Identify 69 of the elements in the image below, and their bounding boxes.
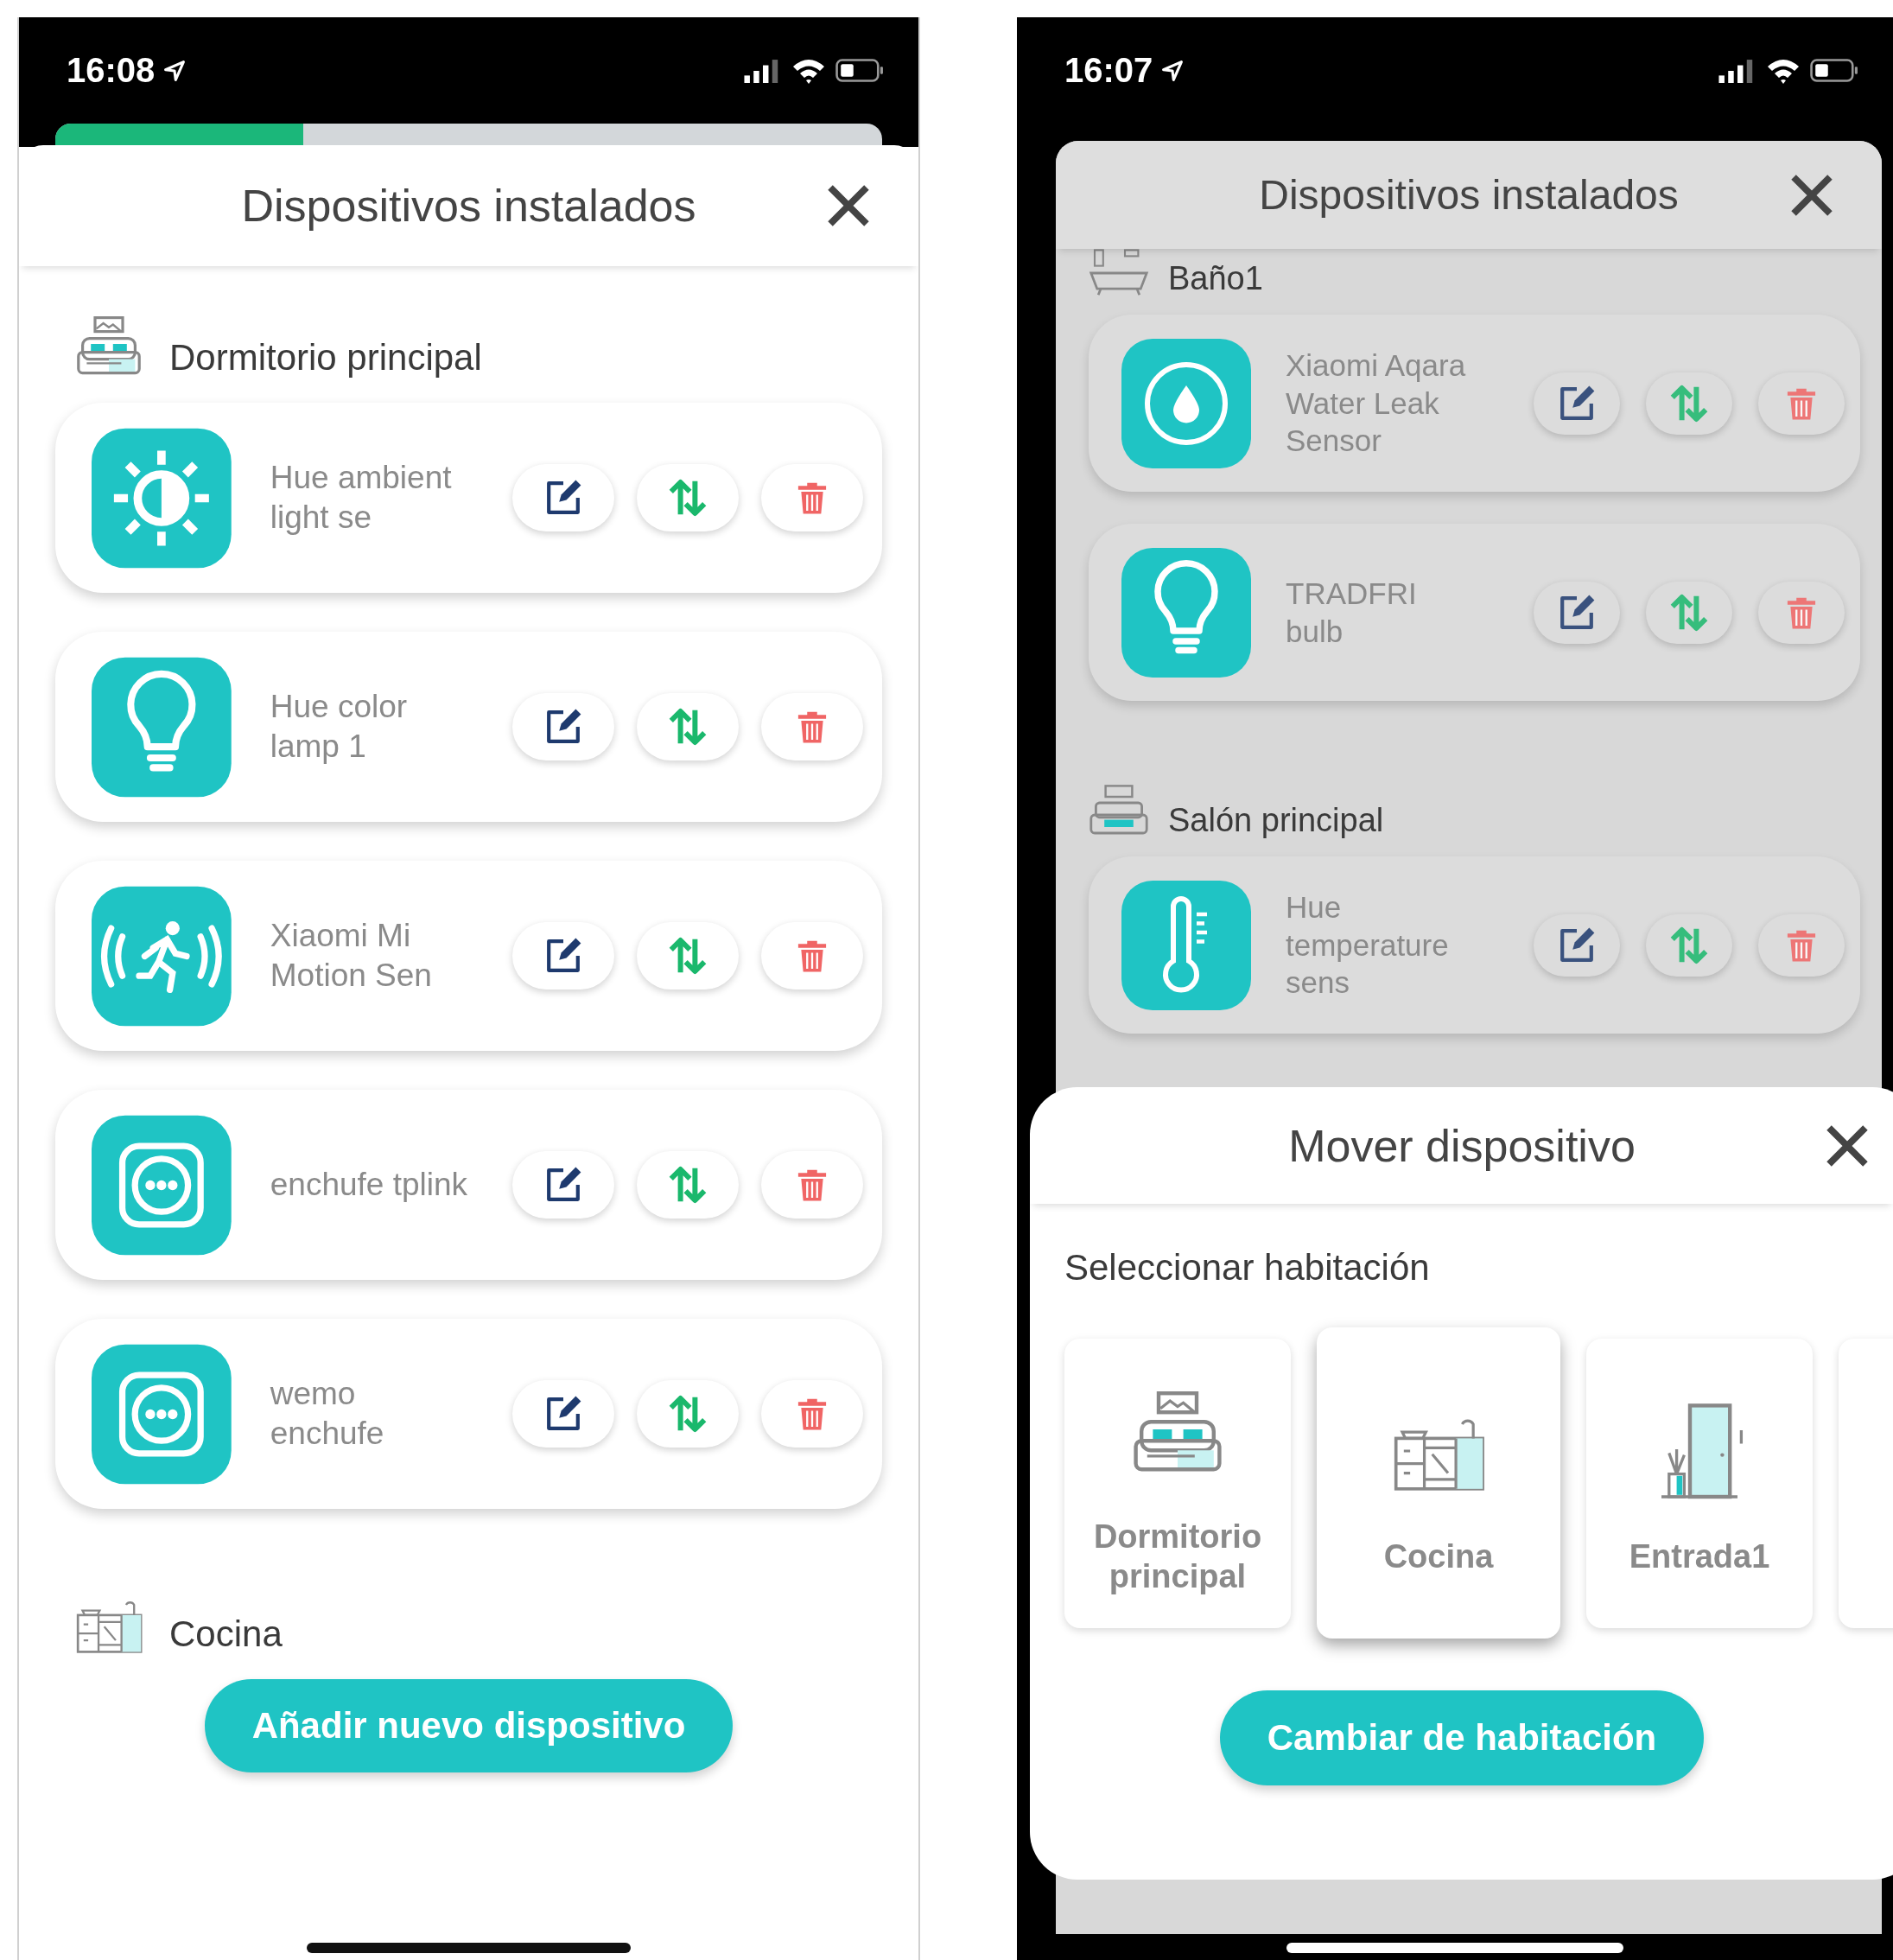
move-button[interactable] [637, 1151, 739, 1219]
move-button[interactable] [637, 693, 739, 760]
light-bulb-icon [92, 655, 232, 799]
light-bulb-icon [1121, 547, 1251, 678]
room-option[interactable]: Cocina [1317, 1327, 1560, 1639]
close-icon[interactable] [826, 183, 871, 228]
move-button[interactable] [1646, 581, 1732, 644]
move-button[interactable] [1646, 913, 1732, 977]
change-room-button[interactable]: Cambiar de habitación [1219, 1690, 1705, 1785]
sheet-title: Dispositivos instalados [1259, 171, 1679, 219]
edit-button[interactable] [512, 464, 614, 531]
device-name: Hue color lamp 1 [270, 687, 409, 766]
room-name: Baño1 [1168, 260, 1263, 297]
delete-button[interactable] [1758, 372, 1845, 435]
water-drop-icon [1121, 338, 1251, 468]
dialog-subtitle: Seleccionar habitación [1064, 1246, 1431, 1289]
room-option[interactable]: Dormitorio principal [1064, 1338, 1291, 1628]
delete-button[interactable] [761, 693, 863, 760]
room-option-label: Entrada1 [1629, 1537, 1770, 1577]
move-button[interactable] [637, 922, 739, 990]
brightness-icon [92, 426, 232, 570]
edit-button[interactable] [512, 693, 614, 760]
room-name: Cocina [169, 1613, 283, 1656]
location-arrow-icon [1161, 59, 1185, 82]
room-option-label: Dormitorio principal [1092, 1518, 1263, 1596]
up-down-arrows-icon [667, 1164, 708, 1206]
device-name: TRADFRI bulb [1286, 575, 1418, 650]
bathtub-icon [1089, 249, 1149, 297]
add-device-button[interactable]: Añadir nuevo dispositivo [204, 1679, 734, 1773]
delete-button[interactable] [761, 922, 863, 990]
power-socket-icon [92, 1342, 232, 1486]
battery-icon [1810, 59, 1858, 82]
up-down-arrows-icon [667, 477, 708, 519]
edit-button[interactable] [512, 1380, 614, 1448]
status-time: 16:07 [1064, 51, 1153, 90]
device-name: Hue ambient light se [270, 458, 453, 537]
device-name: wemo enchufe [270, 1374, 385, 1453]
edit-button[interactable] [1534, 581, 1620, 644]
sheet-title: Dispositivos instalados [241, 180, 696, 232]
room-name: Dormitorio principal [169, 337, 482, 379]
edit-button[interactable] [1534, 372, 1620, 435]
edit-button[interactable] [512, 1151, 614, 1219]
up-down-arrows-icon [667, 935, 708, 977]
move-button[interactable] [637, 464, 739, 531]
device-name: Hue temperature sens [1286, 888, 1450, 1002]
room-option-label: Cocina [1383, 1537, 1494, 1577]
delete-button[interactable] [761, 1380, 863, 1448]
battery-icon [835, 59, 884, 82]
move-button[interactable] [637, 1380, 739, 1448]
up-down-arrows-icon [667, 706, 708, 748]
device-name: Xiaomi Aqara Water Leak Sensor [1286, 347, 1467, 460]
edit-button[interactable] [512, 922, 614, 990]
location-arrow-icon [163, 59, 187, 82]
device-name: enchufe tplink [270, 1165, 469, 1204]
edit-button[interactable] [1534, 913, 1620, 977]
move-button[interactable] [1646, 372, 1732, 435]
delete-button[interactable] [1758, 913, 1845, 977]
status-time: 16:08 [67, 51, 156, 90]
device-name: Xiaomi Mi Motion Sen [270, 916, 433, 995]
room-name: Salón principal [1168, 802, 1384, 839]
thermometer-icon [1121, 880, 1251, 1010]
up-down-arrows-icon [667, 1393, 708, 1435]
motion-sensor-icon [92, 884, 232, 1028]
power-socket-icon [92, 1113, 232, 1257]
delete-button[interactable] [761, 1151, 863, 1219]
delete-button[interactable] [1758, 581, 1845, 644]
dialog-title: Mover dispositivo [1288, 1119, 1636, 1172]
delete-button[interactable] [761, 464, 863, 531]
room-option[interactable]: Entrada1 [1586, 1338, 1813, 1628]
